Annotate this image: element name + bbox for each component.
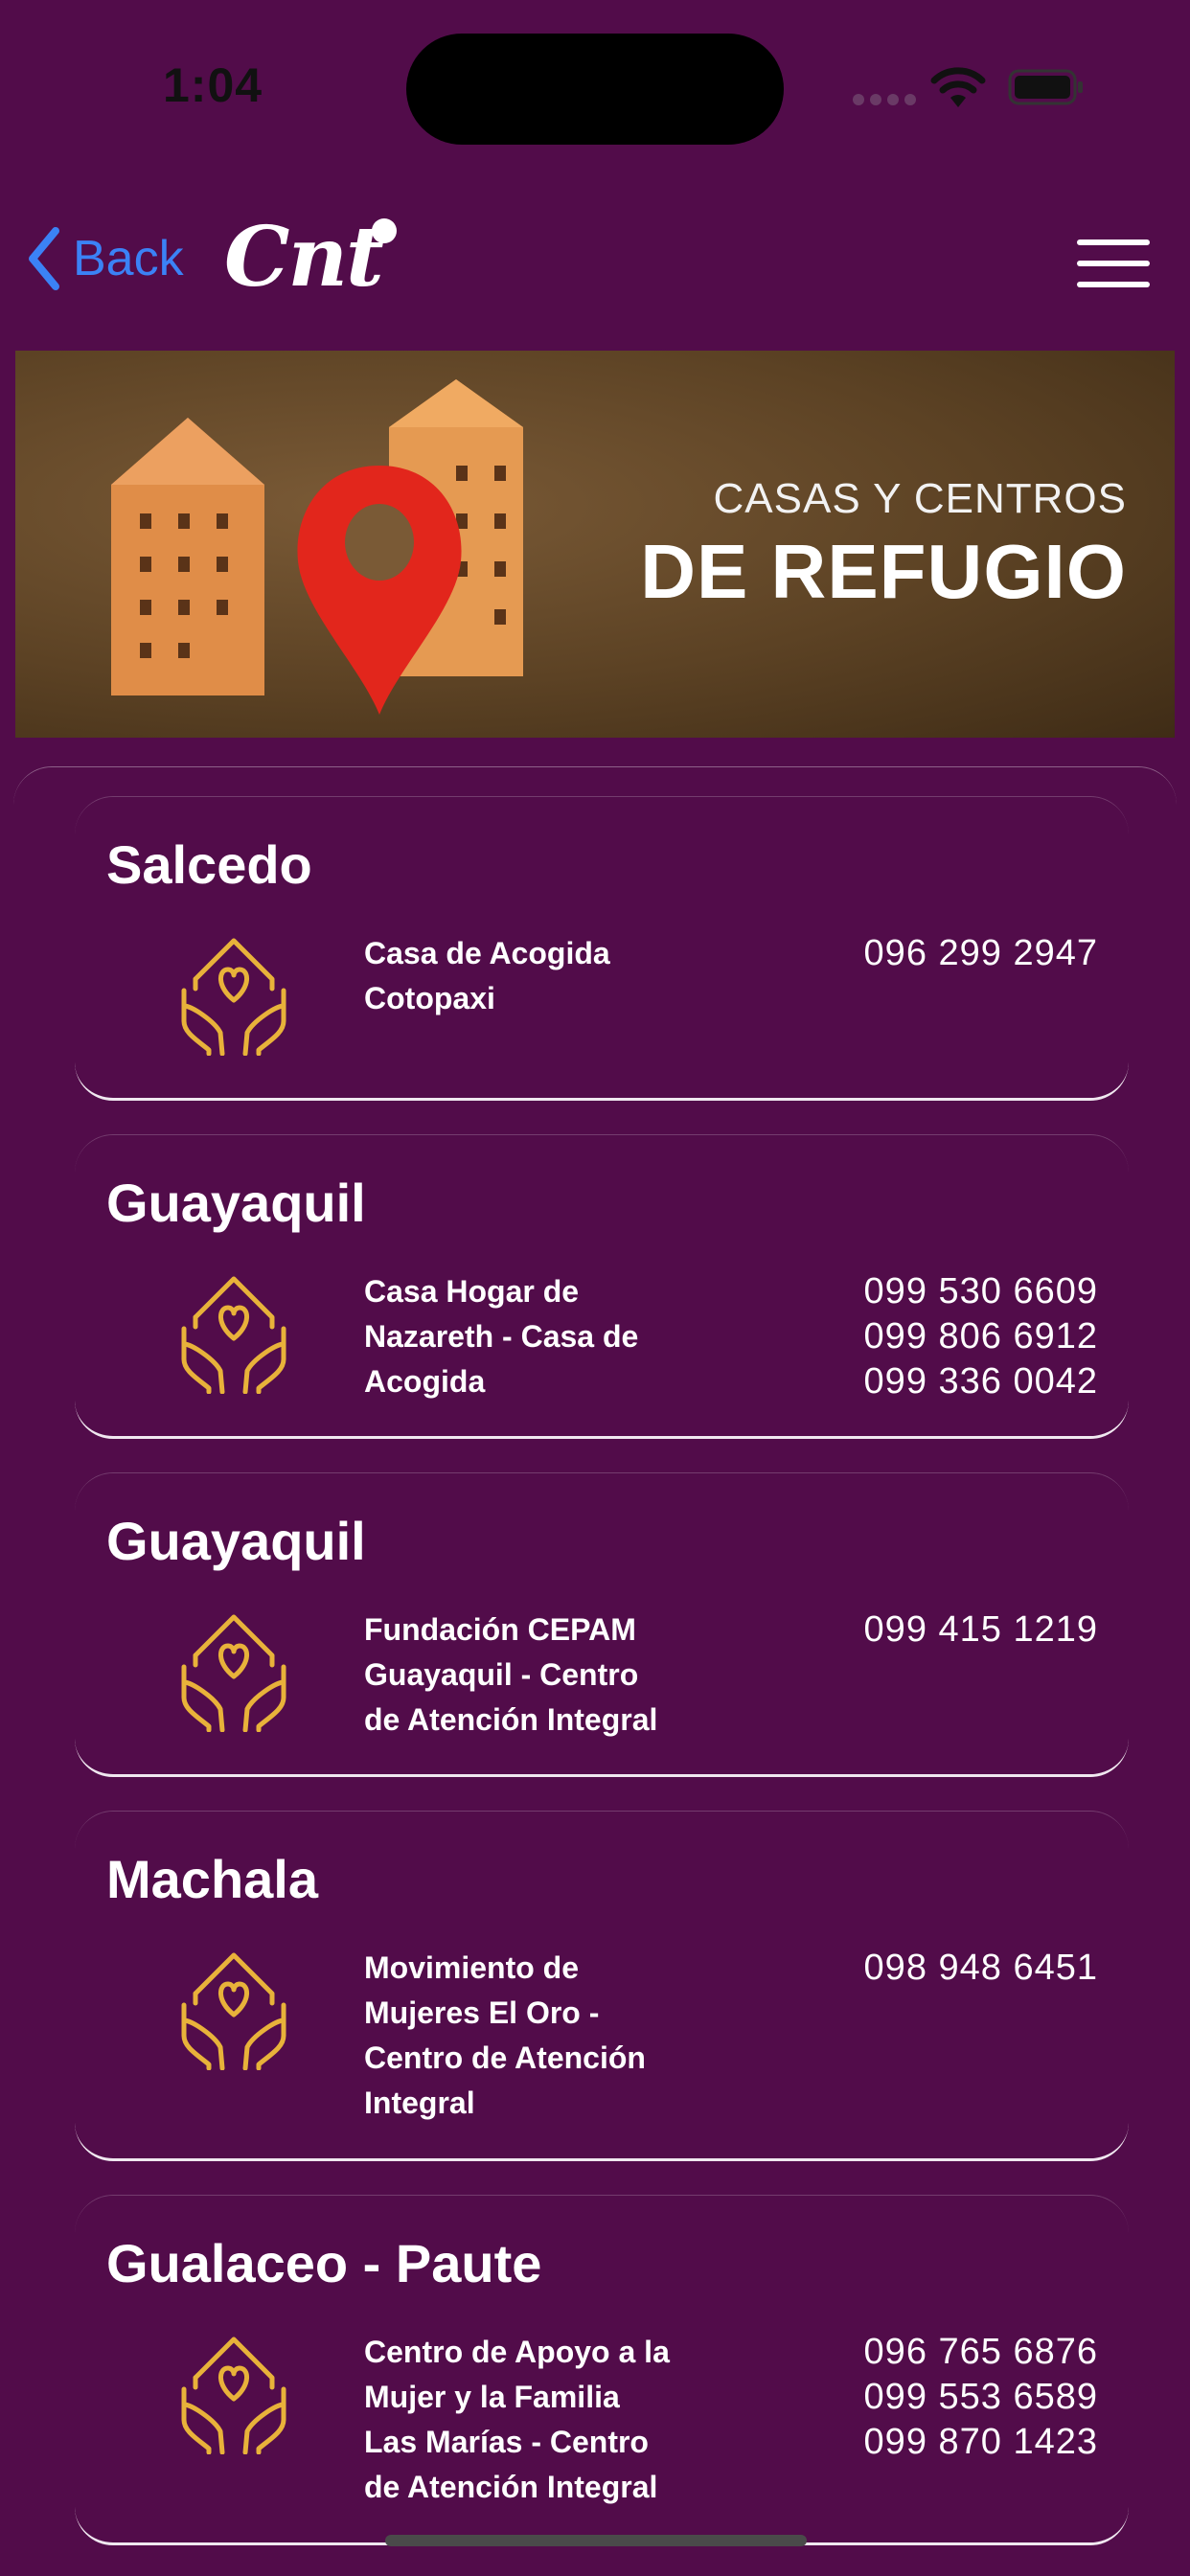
shelter-phones: 096 765 6876 099 553 6589 099 870 1423: [864, 2330, 1098, 2465]
banner-title-line2: DE REFUGIO: [640, 529, 1127, 614]
caring-hands-home-icon: [181, 1276, 286, 1394]
cellular-signal-icon: [853, 94, 916, 105]
shelter-phones: 096 299 2947: [864, 931, 1098, 976]
back-button[interactable]: Back: [25, 220, 184, 297]
home-indicator[interactable]: [385, 2535, 807, 2546]
banner-image: CASAS Y CENTROS DE REFUGIO: [15, 351, 1175, 738]
shelter-phones: 099 530 6609 099 806 6912 099 336 0042: [864, 1269, 1098, 1404]
shelter-list[interactable]: Salcedo Casa de Acogida Cotopaxi 096 299…: [13, 766, 1177, 2576]
shelter-city: Gualaceo - Paute: [106, 2233, 542, 2293]
phone-number-link[interactable]: 099 806 6912: [864, 1314, 1098, 1359]
caring-hands-home-icon: [181, 938, 286, 1056]
shelter-card[interactable]: Guayaquil Casa Hogar de Nazareth - Casa …: [75, 1134, 1129, 1439]
phone-number-link[interactable]: 099 870 1423: [864, 2420, 1098, 2465]
shelter-city: Guayaquil: [106, 1511, 366, 1571]
banner-title-line1: CASAS Y CENTROS: [713, 475, 1127, 522]
phone-number-link[interactable]: 096 299 2947: [864, 931, 1098, 976]
phone-number-link[interactable]: 099 415 1219: [864, 1607, 1098, 1653]
shelter-card[interactable]: Guayaquil Fundación CEPAM Guayaquil - Ce…: [75, 1472, 1129, 1777]
wifi-icon: [930, 67, 986, 107]
shelter-name: Centro de Apoyo a la Mujer y la Familia …: [364, 2335, 670, 2504]
caring-hands-home-icon: [181, 1952, 286, 2070]
phone-number-link[interactable]: 099 336 0042: [864, 1359, 1098, 1404]
navigation-bar: Back Cnt: [0, 201, 1190, 316]
shelter-name: Casa de Acogida Cotopaxi: [364, 936, 610, 1015]
back-label: Back: [73, 231, 184, 286]
shelter-card[interactable]: Machala Movimiento de Mujeres El Oro - C…: [75, 1811, 1129, 2161]
shelter-card[interactable]: Salcedo Casa de Acogida Cotopaxi 096 299…: [75, 796, 1129, 1101]
shelter-name: Movimiento de Mujeres El Oro - Centro de…: [364, 1950, 646, 2120]
caring-hands-home-icon: [181, 1614, 286, 1732]
caring-hands-home-icon: [181, 2337, 286, 2454]
shelter-name: Casa Hogar de Nazareth - Casa de Acogida: [364, 1274, 639, 1399]
phone-number-link[interactable]: 096 765 6876: [864, 2330, 1098, 2375]
phone-number-link[interactable]: 099 553 6589: [864, 2375, 1098, 2420]
status-bar: 1:04: [0, 0, 1190, 172]
logo-accent: [372, 218, 397, 243]
shelter-city: Salcedo: [106, 834, 312, 895]
chevron-left-icon: [29, 227, 59, 290]
phone-number-link[interactable]: 098 948 6451: [864, 1946, 1098, 1991]
battery-icon: [1008, 69, 1083, 105]
hamburger-menu-icon[interactable]: [1077, 239, 1150, 289]
shelter-city: Guayaquil: [106, 1173, 366, 1233]
houses-location-pin-illustration: [111, 379, 523, 715]
phone-number-link[interactable]: 099 530 6609: [864, 1269, 1098, 1314]
shelter-card[interactable]: Gualaceo - Paute Centro de Apoyo a la Mu…: [75, 2195, 1129, 2545]
shelter-name: Fundación CEPAM Guayaquil - Centro de At…: [364, 1612, 658, 1737]
status-time: 1:04: [163, 58, 263, 112]
dynamic-island: [406, 34, 784, 145]
shelter-city: Machala: [106, 1849, 318, 1909]
cnt-logo: Cnt: [224, 209, 384, 306]
shelter-phones: 099 415 1219: [864, 1607, 1098, 1653]
shelter-phones: 098 948 6451: [864, 1946, 1098, 1991]
